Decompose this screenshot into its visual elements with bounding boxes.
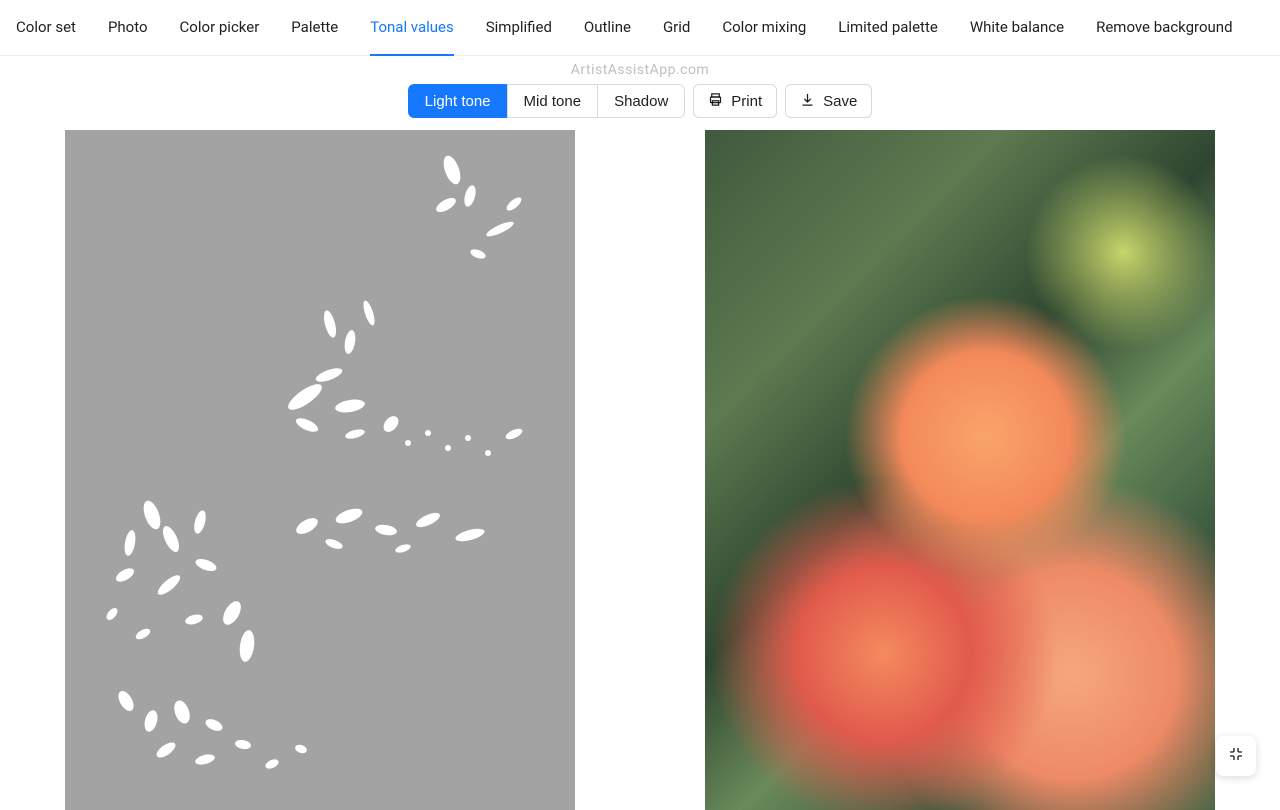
tab-color-set[interactable]: Color set xyxy=(16,0,76,56)
print-label: Print xyxy=(731,93,762,110)
tab-palette[interactable]: Palette xyxy=(291,0,338,56)
tab-simplified[interactable]: Simplified xyxy=(486,0,552,56)
watermark-text: ArtistAssistApp.com xyxy=(0,56,1280,78)
compress-icon xyxy=(1228,746,1244,766)
tone-segmented: Light tone Mid tone Shadow xyxy=(408,84,686,118)
tab-grid[interactable]: Grid xyxy=(663,0,690,56)
mid-tone-button[interactable]: Mid tone xyxy=(507,84,599,118)
reference-photo-panel[interactable] xyxy=(705,130,1215,810)
tab-outline[interactable]: Outline xyxy=(584,0,631,56)
tab-color-mixing[interactable]: Color mixing xyxy=(722,0,806,56)
tab-photo[interactable]: Photo xyxy=(108,0,148,56)
tonal-value-panel[interactable] xyxy=(65,130,575,810)
shadow-button[interactable]: Shadow xyxy=(597,84,685,118)
save-label: Save xyxy=(823,93,857,110)
tab-tonal-values[interactable]: Tonal values xyxy=(370,0,454,56)
tab-limited-palette[interactable]: Limited palette xyxy=(838,0,938,56)
download-icon xyxy=(800,92,815,111)
toolbar: Light tone Mid tone Shadow Print Save xyxy=(0,78,1280,130)
printer-icon xyxy=(708,92,723,111)
tab-white-balance[interactable]: White balance xyxy=(970,0,1064,56)
light-tone-button[interactable]: Light tone xyxy=(408,84,508,118)
print-button[interactable]: Print xyxy=(693,84,777,118)
tab-color-picker[interactable]: Color picker xyxy=(180,0,260,56)
main-tabs: Color set Photo Color picker Palette Ton… xyxy=(0,0,1280,56)
image-panels xyxy=(0,130,1280,810)
save-button[interactable]: Save xyxy=(785,84,872,118)
tab-remove-background[interactable]: Remove background xyxy=(1096,0,1232,56)
compress-float-button[interactable] xyxy=(1216,736,1256,776)
